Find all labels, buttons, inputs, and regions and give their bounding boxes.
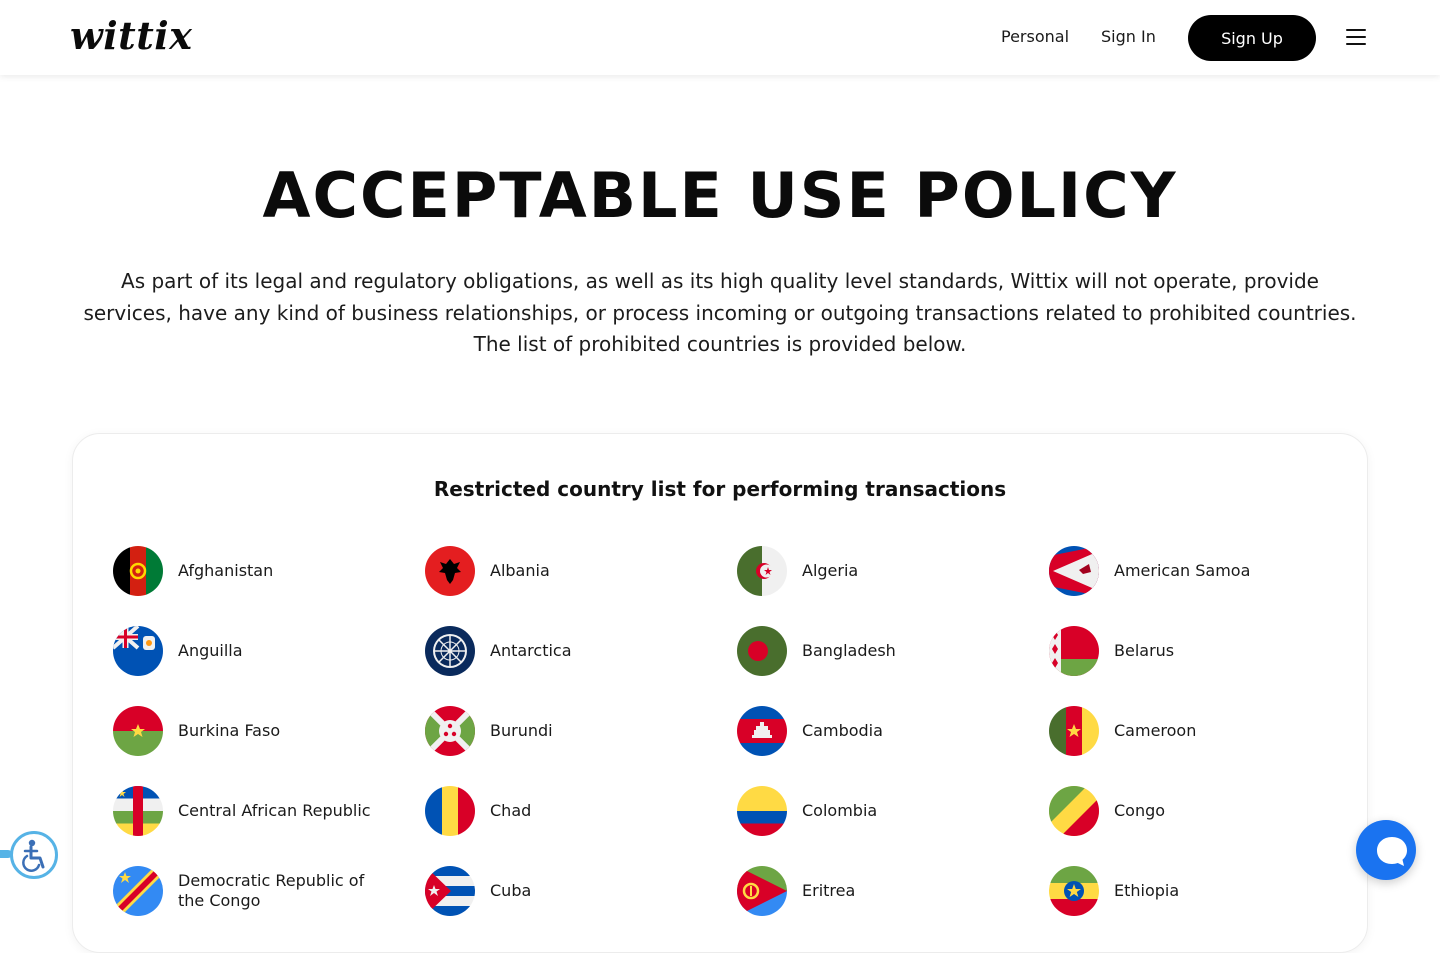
albania-flag-icon	[425, 546, 475, 596]
card-title: Restricted country list for performing t…	[433, 477, 1007, 501]
country-item: Cambodia	[737, 706, 1049, 756]
anguilla-flag-icon	[113, 626, 163, 676]
country-name: Colombia	[802, 801, 878, 820]
country-name: Burundi	[490, 721, 553, 740]
country-name: Eritrea	[802, 881, 856, 900]
country-item: Belarus	[1049, 626, 1361, 676]
page-title: ACCEPTABLE USE POLICY	[262, 159, 1178, 232]
cambodia-flag-icon	[737, 706, 787, 756]
country-item: Chad	[425, 786, 737, 836]
country-list: Afghanistan Albania Algeria American Sam…	[113, 546, 1369, 946]
country-item: Colombia	[737, 786, 1049, 836]
country-name: Anguilla	[178, 641, 243, 660]
country-name: Cambodia	[802, 721, 883, 740]
dr-congo-flag-icon	[113, 866, 163, 916]
country-item: Burundi	[425, 706, 737, 756]
country-item: Congo	[1049, 786, 1361, 836]
american-samoa-flag-icon	[1049, 546, 1099, 596]
country-item: Cuba	[425, 866, 737, 916]
country-name: Cuba	[490, 881, 532, 900]
hamburger-menu-icon[interactable]	[1344, 27, 1368, 47]
country-item: Bangladesh	[737, 626, 1049, 676]
country-name: Afghanistan	[178, 561, 274, 580]
algeria-flag-icon	[737, 546, 787, 596]
country-name: Bangladesh	[802, 641, 896, 660]
country-name: American Samoa	[1114, 561, 1251, 580]
nav-sign-in-link[interactable]: Sign In	[1101, 27, 1156, 47]
colombia-flag-icon	[737, 786, 787, 836]
belarus-flag-icon	[1049, 626, 1099, 676]
country-name: Chad	[490, 801, 532, 820]
country-name: Algeria	[802, 561, 859, 580]
country-name: Ethiopia	[1114, 881, 1180, 900]
burundi-flag-icon	[425, 706, 475, 756]
cameroon-flag-icon	[1049, 706, 1099, 756]
chat-bubble-icon[interactable]	[1356, 820, 1416, 880]
country-item: Antarctica	[425, 626, 737, 676]
restricted-countries-card: Restricted country list for performing t…	[72, 433, 1368, 953]
country-item: Ethiopia	[1049, 866, 1361, 916]
sign-up-button[interactable]: Sign Up	[1188, 15, 1316, 61]
nav-personal-link[interactable]: Personal	[1001, 27, 1069, 47]
country-item: American Samoa	[1049, 546, 1361, 596]
congo-flag-icon	[1049, 786, 1099, 836]
wittix-logo[interactable]: wittix	[70, 14, 192, 58]
burkina-faso-flag-icon	[113, 706, 163, 756]
country-item: Cameroon	[1049, 706, 1361, 756]
country-item: Central African Republic	[113, 786, 425, 836]
country-name: Belarus	[1114, 641, 1175, 660]
country-name: Burkina Faso	[178, 721, 281, 740]
accessibility-icon[interactable]	[10, 831, 58, 879]
chad-flag-icon	[425, 786, 475, 836]
bangladesh-flag-icon	[737, 626, 787, 676]
eritrea-flag-icon	[737, 866, 787, 916]
cuba-flag-icon	[425, 866, 475, 916]
country-name: Cameroon	[1114, 721, 1197, 740]
ethiopia-flag-icon	[1049, 866, 1099, 916]
central-african-republic-flag-icon	[113, 786, 163, 836]
country-name: Albania	[490, 561, 550, 580]
country-name: Antarctica	[490, 641, 572, 660]
country-name: Congo	[1114, 801, 1166, 820]
country-name: Central African Republic	[178, 801, 371, 820]
country-item: Anguilla	[113, 626, 425, 676]
country-item: Algeria	[737, 546, 1049, 596]
country-item: Eritrea	[737, 866, 1049, 916]
site-header: wittix Personal Sign In Sign Up	[0, 0, 1440, 75]
intro-paragraph: As part of its legal and regulatory obli…	[83, 269, 1357, 356]
country-item: Burkina Faso	[113, 706, 425, 756]
country-item: Albania	[425, 546, 737, 596]
antarctica-flag-icon	[425, 626, 475, 676]
country-name: Democratic Republic of the Congo	[178, 871, 365, 910]
country-item: Afghanistan	[113, 546, 425, 596]
afghanistan-flag-icon	[113, 546, 163, 596]
country-item: Democratic Republic of the Congo	[113, 866, 425, 916]
